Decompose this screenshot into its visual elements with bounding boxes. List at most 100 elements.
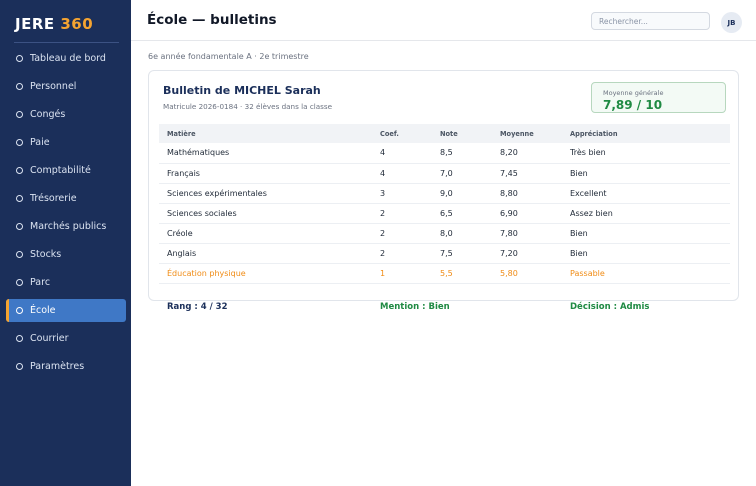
sidebar-nav: Tableau de bord Personnel Congés Paie Compta…	[6, 47, 126, 383]
column-header-coef[interactable]: Coef.	[372, 124, 432, 143]
brand-divider	[14, 42, 119, 43]
class-subtitle: 6e année fondamentale A · 2e trimestre	[148, 52, 309, 61]
average-cell: 8,20	[492, 143, 562, 164]
coef-cell: 2	[372, 203, 432, 224]
sidebar-item-label: Paie	[30, 137, 50, 148]
user-avatar[interactable]: JB	[721, 12, 742, 33]
class-rank: Rang : 4 / 32	[167, 302, 228, 312]
sidebar-item-courrier[interactable]: Courrier	[6, 327, 126, 350]
sidebar-item-parametres[interactable]: Paramètres	[6, 355, 126, 378]
sidebar-item-label: Courrier	[30, 333, 69, 344]
circle-icon	[16, 83, 23, 90]
coef-cell: 4	[372, 143, 432, 164]
sidebar-item-label: Comptabilité	[30, 165, 91, 176]
circle-icon	[16, 251, 23, 258]
decision: Décision : Admis	[570, 302, 650, 312]
subject-cell: Anglais	[159, 243, 372, 264]
note-cell: 9,0	[432, 183, 492, 204]
sidebar-item-label: Personnel	[30, 81, 77, 92]
sidebar-item-conges[interactable]: Congés	[6, 103, 126, 126]
sidebar-item-comptabilite[interactable]: Comptabilité	[6, 159, 126, 182]
table-row[interactable]: Mathématiques 4 8,5 8,20 Très bien	[159, 143, 730, 164]
sidebar-item-label: Parc	[30, 277, 51, 288]
column-header-note[interactable]: Note	[432, 124, 492, 143]
student-meta: Matricule 2026-0184 · 32 élèves dans la …	[163, 102, 333, 111]
sidebar-item-label: Trésorerie	[30, 193, 77, 204]
coef-cell: 1	[372, 263, 432, 284]
page-title: École — bulletins	[147, 12, 277, 28]
sidebar-item-paie[interactable]: Paie	[6, 131, 126, 154]
grades-table: Matière Coef. Note Moyenne Appréciation …	[159, 124, 730, 284]
top-header: École — bulletins JB	[131, 0, 756, 41]
appreciation-cell: Passable	[562, 263, 730, 284]
note-cell: 6,5	[432, 203, 492, 224]
sidebar-item-stocks[interactable]: Stocks	[6, 243, 126, 266]
note-cell: 7,0	[432, 163, 492, 184]
circle-icon	[16, 363, 23, 370]
subject-cell: Mathématiques	[159, 143, 372, 164]
coef-cell: 2	[372, 243, 432, 264]
appreciation-cell: Assez bien	[562, 203, 730, 224]
subject-cell: Sciences sociales	[159, 203, 372, 224]
average-cell: 7,45	[492, 163, 562, 184]
table-row[interactable]: Sciences sociales 2 6,5 6,90 Assez bien	[159, 203, 730, 224]
table-row[interactable]: Français 4 7,0 7,45 Bien	[159, 163, 730, 184]
appreciation-cell: Excellent	[562, 183, 730, 204]
average-cell: 5,80	[492, 263, 562, 284]
brand-logo[interactable]: JERE 360	[15, 15, 93, 33]
sidebar-item-ecole[interactable]: École	[6, 299, 126, 322]
grades-table-body: Mathématiques 4 8,5 8,20 Très bien Français 4 7…	[159, 143, 730, 284]
table-row[interactable]: Sciences expérimentales 3 9,0 8,80 Excellent	[159, 183, 730, 204]
average-cell: 6,90	[492, 203, 562, 224]
sidebar-item-tresorerie[interactable]: Trésorerie	[6, 187, 126, 210]
subject-cell: Créole	[159, 223, 372, 244]
column-header-appreciation[interactable]: Appréciation	[562, 124, 730, 143]
table-row[interactable]: Éducation physique 1 5,5 5,80 Passable	[159, 263, 730, 284]
coef-cell: 2	[372, 223, 432, 244]
circle-icon	[16, 335, 23, 342]
circle-icon	[16, 111, 23, 118]
table-row[interactable]: Anglais 2 7,5 7,20 Bien	[159, 243, 730, 264]
average-cell: 8,80	[492, 183, 562, 204]
average-cell: 7,80	[492, 223, 562, 244]
appreciation-cell: Bien	[562, 223, 730, 244]
brand-accent: 360	[60, 15, 94, 33]
sidebar: JERE 360 Tableau de bord Personnel Congés P…	[0, 0, 131, 486]
subject-cell: Sciences expérimentales	[159, 183, 372, 204]
search-input[interactable]	[591, 12, 710, 30]
sidebar-item-label: Stocks	[30, 249, 62, 260]
subject-cell: Français	[159, 163, 372, 184]
circle-icon	[16, 55, 23, 62]
sidebar-item-label: Tableau de bord	[30, 53, 106, 64]
general-average-box: Moyenne générale 7,89 / 10	[591, 82, 726, 113]
circle-icon	[16, 195, 23, 202]
coef-cell: 4	[372, 163, 432, 184]
sidebar-item-marches-publics[interactable]: Marchés publics	[6, 215, 126, 238]
appreciation-cell: Très bien	[562, 143, 730, 164]
sidebar-item-label: Congés	[30, 109, 66, 120]
note-cell: 8,5	[432, 143, 492, 164]
subject-cell: Éducation physique	[159, 263, 372, 284]
circle-icon	[16, 139, 23, 146]
circle-icon	[16, 223, 23, 230]
coef-cell: 3	[372, 183, 432, 204]
note-cell: 7,5	[432, 243, 492, 264]
report-card: Bulletin de MICHEL Sarah Matricule 2026-…	[148, 70, 739, 301]
appreciation-cell: Bien	[562, 163, 730, 184]
sidebar-item-tableau-de-bord[interactable]: Tableau de bord	[6, 47, 126, 70]
circle-icon	[16, 307, 23, 314]
general-average-value: 7,89 / 10	[603, 98, 663, 112]
circle-icon	[16, 167, 23, 174]
sidebar-item-label: Paramètres	[30, 361, 85, 372]
appreciation-cell: Bien	[562, 243, 730, 264]
sidebar-item-label: Marchés publics	[30, 221, 107, 232]
sidebar-item-parc[interactable]: Parc	[6, 271, 126, 294]
column-header-average[interactable]: Moyenne	[492, 124, 562, 143]
column-header-subject[interactable]: Matière	[159, 124, 372, 143]
average-cell: 7,20	[492, 243, 562, 264]
sidebar-item-personnel[interactable]: Personnel	[6, 75, 126, 98]
circle-icon	[16, 279, 23, 286]
brand-prefix: JERE	[15, 15, 55, 33]
table-row[interactable]: Créole 2 8,0 7,80 Bien	[159, 223, 730, 244]
mention: Mention : Bien	[380, 302, 450, 312]
